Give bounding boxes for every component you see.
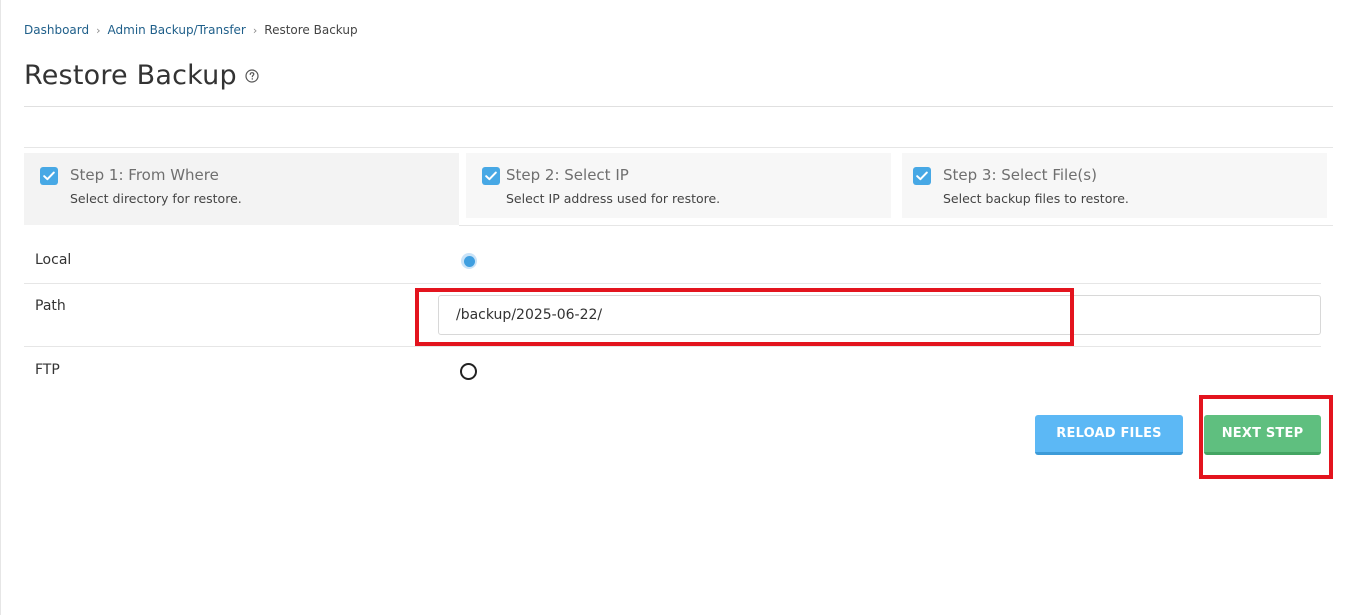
- checkbox-checked-icon: [40, 167, 58, 185]
- breadcrumb-current: Restore Backup: [264, 23, 358, 37]
- step-title: Step 2: Select IP: [506, 166, 629, 184]
- page-title: Restore Backup: [24, 60, 237, 91]
- path-label: Path: [35, 298, 66, 314]
- steps-bottom-divider: [459, 225, 1333, 226]
- ftp-radio[interactable]: [460, 363, 477, 380]
- reload-files-button[interactable]: RELOAD FILES: [1035, 415, 1183, 455]
- checkbox-checked-icon: [913, 167, 931, 185]
- local-radio[interactable]: [461, 253, 477, 269]
- step-2-select-ip[interactable]: Step 2: Select IP Select IP address used…: [466, 153, 891, 218]
- step-description: Select directory for restore.: [70, 191, 242, 206]
- question-circle-icon[interactable]: [245, 68, 259, 83]
- page-header: Restore Backup: [24, 60, 259, 91]
- page-left-border: [0, 0, 1, 615]
- breadcrumb-admin-backup-link[interactable]: Admin Backup/Transfer: [108, 23, 246, 37]
- step-description: Select IP address used for restore.: [506, 191, 721, 206]
- row-divider: [24, 346, 1321, 347]
- step-3-select-files[interactable]: Step 3: Select File(s) Select backup fil…: [902, 153, 1327, 218]
- step-title: Step 1: From Where: [70, 166, 219, 184]
- step-title: Step 3: Select File(s): [943, 166, 1097, 184]
- breadcrumb-chevron-icon: ›: [96, 23, 101, 37]
- step-1-from-where[interactable]: Step 1: From Where Select directory for …: [24, 153, 459, 225]
- breadcrumb: Dashboard › Admin Backup/Transfer › Rest…: [24, 23, 358, 37]
- ftp-label: FTP: [35, 362, 60, 378]
- step-description: Select backup files to restore.: [943, 191, 1129, 206]
- path-input[interactable]: [438, 295, 1321, 335]
- breadcrumb-dashboard-link[interactable]: Dashboard: [24, 23, 89, 37]
- radio-dot-icon: [463, 255, 475, 267]
- steps-top-divider: [24, 147, 1333, 148]
- next-step-button[interactable]: NEXT STEP: [1204, 415, 1321, 455]
- breadcrumb-chevron-icon: ›: [252, 23, 258, 37]
- row-divider: [24, 283, 1321, 284]
- title-divider: [24, 106, 1333, 107]
- checkbox-checked-icon: [482, 167, 500, 185]
- local-label: Local: [35, 252, 72, 268]
